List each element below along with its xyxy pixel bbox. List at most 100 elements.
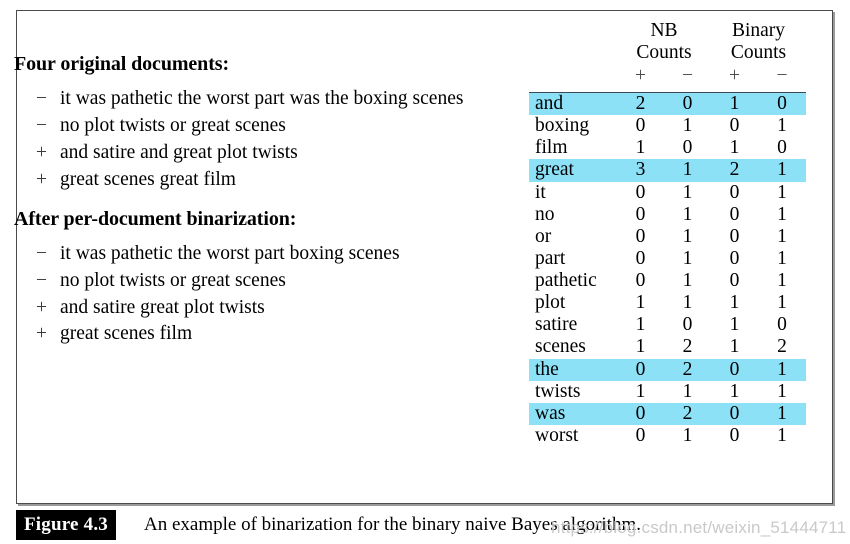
count-cell-nb-negative: 1 (682, 203, 693, 225)
table-row: scenes 1 2 1 2 (529, 336, 806, 358)
document-sign: + (36, 296, 47, 318)
count-cell-nb-positive: 0 (635, 225, 646, 247)
count-cell-binary-negative: 0 (777, 137, 787, 159)
count-cell-nb-positive: 0 (635, 247, 646, 269)
corner-cell (529, 20, 617, 65)
count-cell-nb-positive: 3 (617, 159, 664, 182)
table-row: or 0 1 0 1 (529, 226, 806, 248)
count-cell-nb-positive: 0 (635, 181, 646, 203)
count-cell-binary-positive: 0 (711, 358, 758, 381)
sign-header-binary-positive: + (729, 64, 740, 86)
document-text-continued: boxing scenes (353, 88, 464, 109)
count-cell-nb-negative: 2 (664, 358, 711, 381)
document-text: no plot twists or great scenes (60, 269, 286, 291)
count-cell-binary-negative: 1 (758, 358, 806, 381)
count-cell-binary-positive: 1 (711, 92, 758, 116)
section-heading-binarized: After per-document binarization: (14, 207, 297, 230)
figure-caption: Figure 4.3 An example of binarization fo… (16, 510, 834, 540)
count-cell-binary-positive: 0 (711, 402, 758, 425)
word-cell: and (529, 92, 617, 116)
word-cell: or (535, 225, 552, 247)
document-item: + great scenes film (14, 321, 506, 347)
group-header-binary-counts: Binary Counts (711, 20, 806, 65)
count-cell-nb-positive: 0 (617, 402, 664, 425)
table-row: twists 1 1 1 1 (529, 381, 806, 403)
document-text: no plot twists or great scenes (60, 114, 286, 136)
word-cell: boxing (535, 115, 590, 137)
count-cell-binary-positive: 0 (729, 424, 740, 446)
table-row: great 3 1 2 1 (529, 159, 806, 182)
count-cell-nb-negative: 1 (682, 115, 693, 137)
count-cell-binary-positive: 1 (729, 292, 740, 314)
count-cell-nb-negative: 1 (682, 225, 693, 247)
document-item: − no plot twists or great scenes (14, 268, 506, 294)
corner-cell (529, 65, 617, 89)
count-cell-nb-positive: 1 (635, 137, 646, 159)
document-text: and satire great plot twists (60, 296, 265, 318)
document-item: + great scenes great film (14, 167, 506, 193)
count-cell-nb-negative: 1 (682, 380, 693, 402)
group-header-line2: Counts (730, 41, 787, 63)
group-header-line2: Counts (636, 41, 692, 63)
count-cell-binary-positive: 0 (729, 270, 740, 292)
table-row: and 2 0 1 0 (529, 92, 806, 116)
table-row: pathetic 0 1 0 1 (529, 270, 806, 292)
document-sign: + (36, 168, 47, 190)
table-body: and 2 0 1 0 boxing 0 1 0 1 film 1 0 1 0 great 3 1 2 1 it 0 1 0 1… (529, 92, 806, 448)
documents-panel: Four original documents: − it was pathet… (14, 52, 506, 361)
word-cell: plot (535, 292, 566, 314)
table-row: boxing 0 1 0 1 (529, 115, 806, 137)
count-cell-binary-positive: 1 (729, 336, 740, 358)
count-cell-nb-negative: 0 (664, 92, 711, 116)
count-cell-nb-negative: 1 (682, 292, 693, 314)
count-cell-binary-negative: 1 (777, 203, 787, 225)
count-cell-binary-negative: 1 (777, 292, 787, 314)
count-cell-nb-negative: 0 (682, 137, 693, 159)
group-header-line1: NB (650, 20, 678, 41)
table-row: plot 1 1 1 1 (529, 292, 806, 314)
count-cell-binary-negative: 1 (777, 424, 787, 446)
sign-header-nb-negative: − (682, 64, 693, 86)
word-cell: film (535, 137, 568, 159)
group-header-nb-counts: NB Counts (617, 20, 711, 65)
word-cell: scenes (535, 336, 586, 358)
count-cell-binary-positive: 0 (729, 203, 740, 225)
table-row: film 1 0 1 0 (529, 137, 806, 159)
document-sign: + (36, 141, 47, 163)
count-cell-nb-positive: 1 (635, 336, 646, 358)
document-text-continued: scenes (348, 242, 400, 264)
figure-caption-text: An example of binarization for the binar… (143, 514, 641, 535)
count-cell-binary-positive: 0 (729, 225, 740, 247)
counts-table: NB Counts Binary Counts + − + − and 2 0 1 0 b… (529, 20, 806, 447)
table-row: worst 0 1 0 1 (529, 425, 806, 447)
count-cell-nb-negative: 2 (682, 336, 693, 358)
table-row: was 0 2 0 1 (529, 402, 806, 425)
count-cell-nb-negative: 1 (682, 247, 693, 269)
section-original: Four original documents: − it was pathet… (14, 52, 506, 193)
group-header-line1: Binary (731, 20, 786, 41)
document-text: and satire and great plot twists (60, 141, 298, 163)
count-cell-nb-positive: 1 (635, 314, 646, 336)
table-row: part 0 1 0 1 (529, 248, 806, 270)
count-cell-binary-negative: 1 (777, 181, 787, 203)
word-cell: satire (535, 314, 578, 336)
count-cell-nb-positive: 2 (617, 92, 664, 116)
document-text: it was pathetic the worst part was the (60, 88, 349, 109)
document-item: + and satire and great plot twists (14, 140, 506, 166)
table-row: it 0 1 0 1 (529, 182, 806, 204)
document-item: − it was pathetic the worst part was the… (14, 86, 506, 112)
section-binarized: After per-document binarization: − it wa… (14, 207, 506, 348)
count-cell-binary-negative: 2 (777, 336, 787, 358)
table-head: NB Counts Binary Counts + − + − (529, 20, 806, 94)
count-cell-binary-negative: 1 (777, 380, 787, 402)
count-cell-nb-positive: 1 (635, 380, 646, 402)
count-cell-nb-negative: 2 (664, 402, 711, 425)
count-cell-nb-negative: 0 (682, 314, 693, 336)
document-sign: − (36, 88, 47, 109)
group-header-row: NB Counts Binary Counts (529, 20, 806, 65)
word-cell: no (535, 203, 555, 225)
sign-header-nb-positive: + (635, 64, 646, 86)
table-row: the 0 2 0 1 (529, 358, 806, 381)
count-cell-nb-positive: 0 (635, 203, 646, 225)
count-cell-binary-negative: 1 (777, 115, 787, 137)
